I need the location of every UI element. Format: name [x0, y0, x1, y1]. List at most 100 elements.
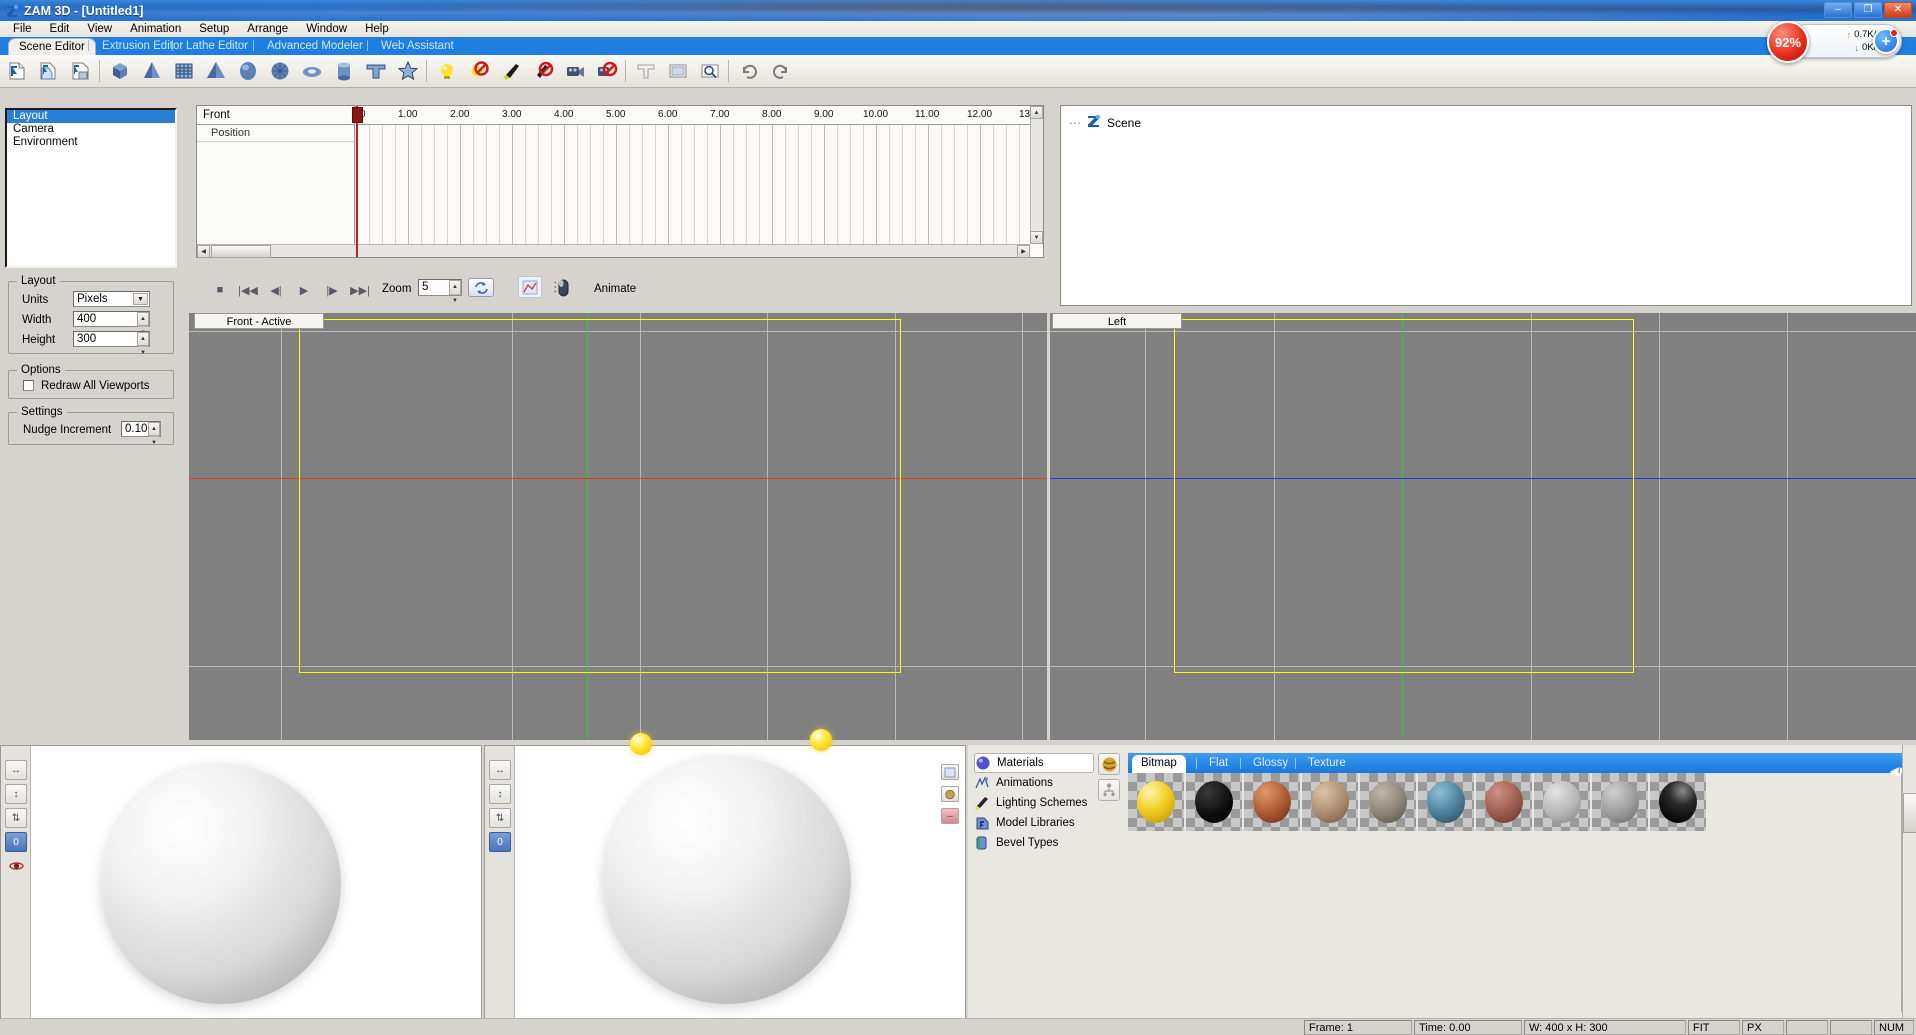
width-input[interactable]: 400 ▲▼	[73, 311, 150, 336]
keyframe-graph-icon[interactable]	[518, 276, 542, 298]
stop-button[interactable]: ■	[206, 279, 234, 301]
spot-light-icon[interactable]	[496, 57, 526, 85]
maximize-button[interactable]: ❐	[1854, 2, 1882, 18]
orbit-icon[interactable]	[5, 856, 27, 876]
rotate-view-icon[interactable]: ⇅	[5, 808, 27, 828]
geosphere-primitive-icon[interactable]	[265, 57, 295, 85]
close-button[interactable]: ✕	[1884, 2, 1912, 18]
height-stepper[interactable]: ▲ ▼	[137, 332, 149, 356]
viewport-splitter[interactable]	[1047, 313, 1050, 740]
category-model-libraries[interactable]: Model Libraries	[974, 813, 1094, 833]
swatch-black-glossy[interactable]	[1650, 773, 1706, 831]
zoom-region-icon[interactable]	[695, 57, 725, 85]
timeline-keyframe-grid[interactable]	[356, 125, 1043, 257]
category-materials[interactable]: Materials	[974, 753, 1094, 773]
delete-camera-icon[interactable]	[592, 57, 622, 85]
preview-delete-icon[interactable]: –	[941, 808, 959, 824]
timeline-vertical-scrollbar[interactable]: ▲ ▼	[1030, 106, 1043, 244]
swatch-medium-gray[interactable]	[1592, 773, 1648, 831]
tree-item-environment[interactable]: Environment	[7, 136, 175, 149]
menu-item-setup[interactable]: Setup	[190, 22, 238, 36]
star-shape-icon[interactable]	[393, 57, 423, 85]
animate-mouse-icon[interactable]	[552, 277, 574, 298]
timeline-ruler[interactable]: 0 1.00 2.00 3.00 4.00 5.00 6.00 7.00 8.0…	[356, 106, 1043, 125]
menu-item-edit[interactable]: Edit	[41, 22, 79, 36]
open-document-icon[interactable]	[34, 57, 64, 85]
tree-item-camera[interactable]: Camera	[7, 123, 175, 136]
nudge-increment-stepper[interactable]: ▲ ▼	[148, 422, 160, 446]
scene-object-tree[interactable]: Layout Camera Environment	[5, 108, 177, 268]
cube-primitive-icon[interactable]	[105, 57, 135, 85]
swatch-brick-red[interactable]	[1476, 773, 1532, 831]
zoom-stepper[interactable]: ▲ ▼	[449, 280, 461, 304]
swatch-rust-orange[interactable]	[1244, 773, 1300, 831]
timeline-playhead-handle[interactable]	[352, 107, 363, 123]
cylinder-primitive-icon[interactable]	[329, 57, 359, 85]
camera-icon[interactable]	[560, 57, 590, 85]
sphere-primitive-icon[interactable]	[233, 57, 263, 85]
pan-horizontal-icon-2[interactable]: ↔	[489, 760, 511, 780]
category-bevel-types[interactable]: Bevel Types	[974, 833, 1094, 853]
library-preview-sphere-toggle[interactable]	[1098, 753, 1120, 775]
minimize-button[interactable]: –	[1824, 2, 1852, 18]
point-light-icon[interactable]	[432, 57, 462, 85]
text-tool-icon[interactable]	[631, 57, 661, 85]
pyramid-primitive-icon[interactable]	[201, 57, 231, 85]
menu-item-view[interactable]: View	[78, 22, 121, 36]
preview-render-left[interactable]: ↔ ↕ ⇅ 0 –	[484, 729, 966, 1020]
rotate-view-icon-2[interactable]: ⇅	[489, 808, 511, 828]
previous-frame-button[interactable]: ◀|	[262, 279, 290, 301]
new-document-icon[interactable]	[2, 57, 32, 85]
swatch-black-matte[interactable]	[1186, 773, 1242, 831]
library-category-list[interactable]: Materials Animations Lighting Schemes Mo…	[974, 753, 1094, 853]
tab-texture[interactable]: Texture	[1299, 755, 1355, 773]
category-animations[interactable]: Animations	[974, 773, 1094, 793]
undo-icon[interactable]	[734, 57, 764, 85]
preview-render-icon[interactable]	[941, 764, 959, 780]
tab-bitmap[interactable]: Bitmap	[1132, 755, 1186, 773]
menu-item-file[interactable]: File	[4, 22, 41, 36]
right-edge-scrollbar[interactable]	[1902, 745, 1916, 1020]
menu-item-animation[interactable]: Animation	[121, 22, 190, 36]
right-scroll-thumb[interactable]	[1903, 793, 1916, 833]
light-gizmo-right[interactable]	[810, 729, 832, 751]
timeline-horizontal-scrollbar[interactable]: ◀ ▶	[197, 244, 1030, 258]
menu-item-help[interactable]: Help	[356, 22, 398, 36]
timeline-scroll-thumb[interactable]	[211, 245, 271, 258]
delete-point-light-icon[interactable]	[464, 57, 494, 85]
preview-render-front[interactable]: ↔ ↕ ⇅ 0	[0, 745, 482, 1020]
viewport-front[interactable]: Front - Active	[189, 313, 1047, 740]
scroll-down-arrow-icon[interactable]: ▼	[1030, 231, 1043, 244]
torus-primitive-icon[interactable]	[297, 57, 327, 85]
tab-scene-editor[interactable]: Scene Editor	[8, 38, 96, 55]
scroll-right-arrow-icon[interactable]: ▶	[1017, 245, 1030, 258]
viewport-left[interactable]: Left	[1050, 313, 1916, 740]
scene-root-row[interactable]: ⋯ Scene	[1069, 114, 1141, 131]
pan-horizontal-icon[interactable]: ↔	[5, 760, 27, 780]
next-frame-button[interactable]: |▶	[318, 279, 346, 301]
tab-advanced-modeler[interactable]: Advanced Modeler	[257, 38, 373, 55]
width-stepper[interactable]: ▲▼	[137, 312, 149, 336]
material-swatch-row[interactable]	[1128, 773, 1900, 831]
scroll-left-arrow-icon[interactable]: ◀	[197, 245, 210, 258]
library-tree-view-toggle[interactable]	[1098, 779, 1120, 801]
last-frame-button[interactable]: ▶▶|	[346, 279, 374, 301]
menu-item-arrange[interactable]: Arrange	[238, 22, 297, 36]
cone-primitive-icon[interactable]	[137, 57, 167, 85]
scroll-up-arrow-icon[interactable]: ▲	[1030, 106, 1043, 119]
pan-vertical-icon[interactable]: ↕	[5, 784, 27, 804]
menu-item-window[interactable]: Window	[297, 22, 356, 36]
play-button[interactable]: ▶	[290, 279, 318, 301]
redo-icon[interactable]	[766, 57, 796, 85]
save-document-icon[interactable]	[66, 57, 96, 85]
swatch-gold-bumpy[interactable]	[1128, 773, 1184, 831]
delete-spot-light-icon[interactable]	[528, 57, 558, 85]
pan-vertical-icon-2[interactable]: ↕	[489, 784, 511, 804]
swatch-light-gray[interactable]	[1534, 773, 1590, 831]
swatch-tan-stone[interactable]	[1302, 773, 1358, 831]
units-select[interactable]: Pixels ▼	[73, 291, 150, 307]
redraw-all-viewports-checkbox[interactable]	[23, 380, 34, 391]
zoom-input[interactable]: 5 ▲ ▼	[418, 279, 462, 304]
scene-hierarchy-panel[interactable]: ⋯ Scene	[1060, 105, 1912, 306]
first-frame-button[interactable]: |◀◀	[234, 279, 262, 301]
